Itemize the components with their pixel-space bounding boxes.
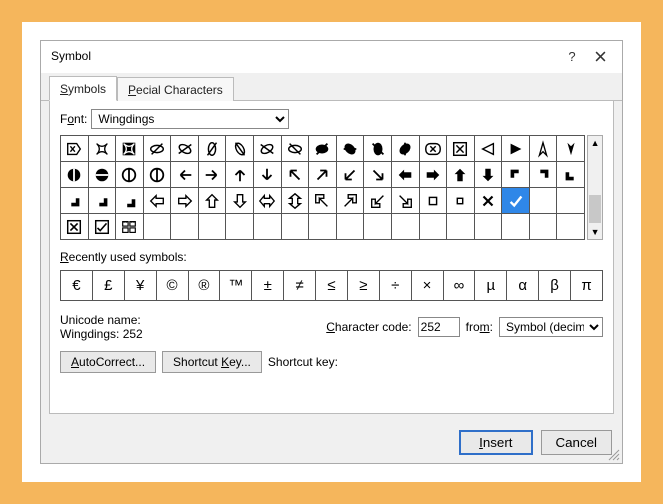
unicode-name-value: Wingdings: 252 bbox=[60, 327, 320, 341]
recent-symbol[interactable]: ∞ bbox=[443, 271, 475, 301]
recent-symbol[interactable]: ¥ bbox=[124, 271, 156, 301]
recent-symbol[interactable]: α bbox=[507, 271, 539, 301]
recent-symbol[interactable]: ± bbox=[252, 271, 284, 301]
unicode-name-label: Unicode name: bbox=[60, 313, 320, 327]
recent-symbol[interactable]: × bbox=[411, 271, 443, 301]
recent-symbol[interactable]: β bbox=[539, 271, 571, 301]
recent-symbol[interactable]: ≤ bbox=[316, 271, 348, 301]
recent-symbol[interactable]: µ bbox=[475, 271, 507, 301]
titlebar: Symbol ? bbox=[41, 41, 622, 73]
dialog-body: Font: Wingdings bbox=[49, 101, 614, 414]
resize-grip-icon[interactable] bbox=[608, 449, 620, 461]
recent-symbol[interactable]: ≠ bbox=[284, 271, 316, 301]
symbol-grid[interactable] bbox=[60, 135, 585, 240]
dialog-title: Symbol bbox=[51, 49, 558, 63]
recent-symbol[interactable]: ™ bbox=[220, 271, 252, 301]
font-select[interactable]: Wingdings bbox=[91, 109, 289, 129]
symbol-dialog: Symbol ? Symbols Pecial Characters Font:… bbox=[40, 40, 623, 464]
recent-symbol[interactable]: © bbox=[156, 271, 188, 301]
from-select[interactable]: Symbol (decimal) bbox=[499, 317, 603, 337]
recent-symbol[interactable]: ≥ bbox=[347, 271, 379, 301]
insert-button[interactable]: Insert bbox=[459, 430, 532, 455]
recent-symbol[interactable]: π bbox=[571, 271, 603, 301]
font-label: Font: bbox=[60, 112, 87, 126]
scroll-down-icon[interactable]: ▼ bbox=[591, 225, 600, 239]
scroll-up-icon[interactable]: ▲ bbox=[591, 136, 600, 150]
recent-symbol[interactable]: € bbox=[61, 271, 93, 301]
from-label: from: bbox=[466, 320, 493, 334]
recent-label: Recently used symbols: bbox=[60, 250, 603, 264]
font-row: Font: Wingdings bbox=[60, 109, 603, 129]
recent-symbol[interactable]: £ bbox=[92, 271, 124, 301]
character-code-input[interactable] bbox=[418, 317, 460, 337]
character-code-label: Character code: bbox=[326, 320, 411, 334]
close-icon bbox=[595, 51, 606, 62]
help-button[interactable]: ? bbox=[558, 47, 586, 65]
dialog-footer: Insert Cancel bbox=[41, 422, 622, 463]
tab-strip: Symbols Pecial Characters bbox=[41, 75, 622, 101]
recent-symbol[interactable]: ® bbox=[188, 271, 220, 301]
tab-symbols[interactable]: Symbols bbox=[49, 76, 117, 101]
cancel-button[interactable]: Cancel bbox=[541, 430, 613, 455]
shortcut-key-button[interactable]: Shortcut Key... bbox=[162, 351, 262, 373]
close-button[interactable] bbox=[586, 47, 614, 65]
grid-scrollbar[interactable]: ▲ ▼ bbox=[587, 135, 603, 240]
shortcut-key-label: Shortcut key: bbox=[268, 355, 338, 369]
autocorrect-button[interactable]: AutoCorrect... bbox=[60, 351, 156, 373]
tab-special-characters[interactable]: Pecial Characters bbox=[117, 77, 234, 101]
recent-symbols-grid[interactable]: € £ ¥ © ® ™ ± ≠ ≤ ≥ ÷ × ∞ µ α β π bbox=[60, 270, 603, 301]
recent-symbol[interactable]: ÷ bbox=[379, 271, 411, 301]
